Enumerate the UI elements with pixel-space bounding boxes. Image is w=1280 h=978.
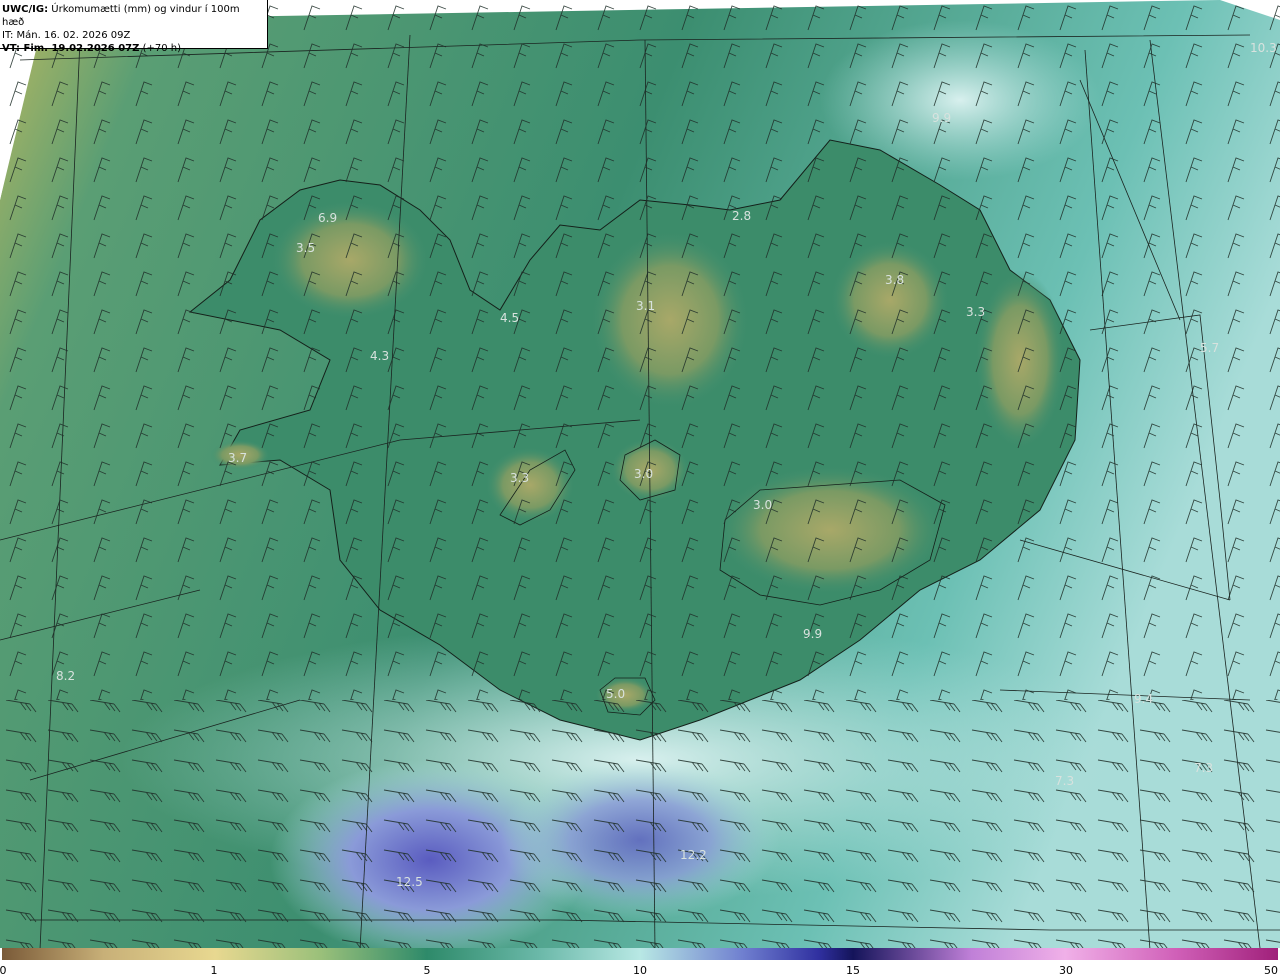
product-line: UWC/IG: Úrkomumætti (mm) og vindur í 100… — [2, 3, 265, 29]
precipitation-wind-map: 10.3 9.9 6.9 3.5 2.8 3.8 3.3 3.1 5.7 4.5… — [0, 0, 1280, 948]
map-value: 3.0 — [753, 498, 772, 512]
map-value: 3.3 — [966, 305, 985, 319]
map-value: 8.2 — [56, 669, 75, 683]
map-info-box: UWC/IG: Úrkomumætti (mm) og vindur í 100… — [0, 0, 268, 54]
map-value: 3.1 — [636, 299, 655, 313]
map-value: 5.7 — [1200, 341, 1219, 355]
colorbar-tick: 30 — [1059, 964, 1073, 977]
map-value: 6.9 — [318, 211, 337, 225]
map-value: 3.8 — [885, 273, 904, 287]
map-value: 5.0 — [606, 687, 625, 701]
map-value: 2.8 — [732, 209, 751, 223]
map-value: 12.2 — [680, 848, 707, 862]
initial-time: IT: Mán. 16. 02. 2026 09Z — [2, 30, 131, 41]
map-value: 9.4 — [1134, 692, 1153, 706]
map-value: 9.9 — [932, 111, 951, 125]
map-value: 3.5 — [296, 241, 315, 255]
map-value: 4.5 — [500, 311, 519, 325]
colorbar: 0 1 5 10 15 30 50 — [0, 948, 1280, 978]
map-value: 10.3 — [1250, 41, 1277, 55]
product-code: UWC/IG: — [2, 4, 49, 15]
colorbar-gradient — [2, 948, 1278, 960]
wind-barbs-south — [0, 700, 1280, 948]
map-value: 12.5 — [396, 875, 423, 889]
colorbar-tick: 10 — [633, 964, 647, 977]
map-value: 9.9 — [803, 627, 822, 641]
colorbar-tick: 0 — [0, 964, 7, 977]
map-value: 7.3 — [1194, 761, 1213, 775]
colorbar-tick: 15 — [846, 964, 860, 977]
wind-barbs-north — [0, 0, 1280, 700]
colorbar-tick: 50 — [1264, 964, 1278, 977]
colorbar-tick: 1 — [210, 964, 218, 977]
colorbar-tick: 5 — [423, 964, 431, 977]
valid-time-line: VT: Fim. 19.02.2026 07Z (+70 h) — [2, 42, 265, 55]
map-value: 3.7 — [228, 451, 247, 465]
map-value: 4.3 — [370, 349, 389, 363]
map-value: 3.3 — [510, 471, 529, 485]
valid-time: VT: Fim. 19.02.2026 07Z — [2, 43, 140, 54]
map-value: 3.0 — [634, 467, 653, 481]
map-value: 7.3 — [1055, 774, 1074, 788]
lead-time: (+70 h) — [142, 43, 181, 54]
